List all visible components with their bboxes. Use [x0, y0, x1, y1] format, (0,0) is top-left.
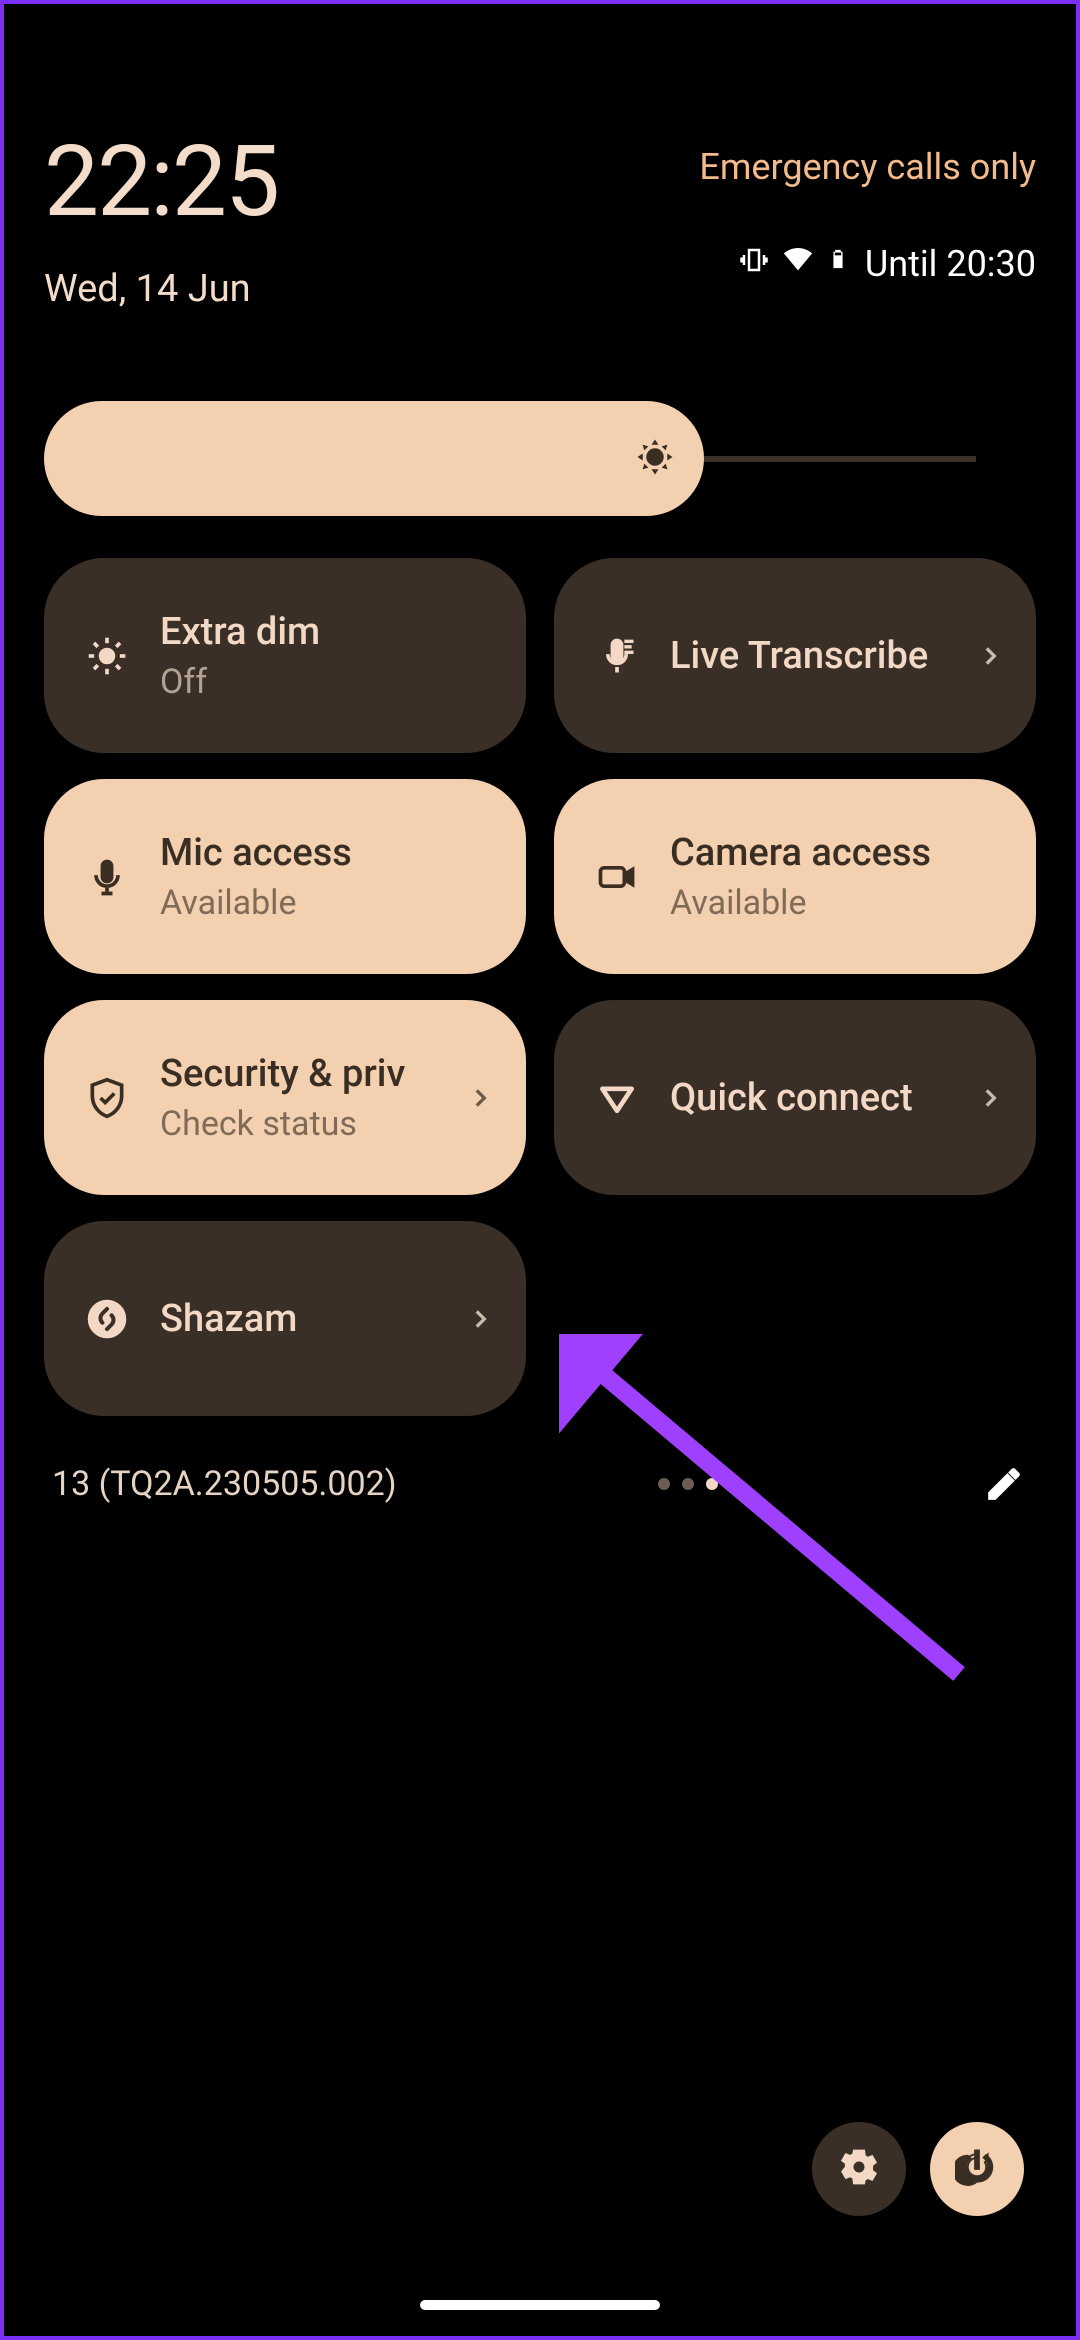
vibrate-icon [739, 244, 769, 284]
tile-camera-access[interactable]: Camera access Available [554, 779, 1036, 974]
chevron-right-icon [974, 643, 1006, 669]
tile-security[interactable]: Security & priv Check status [44, 1000, 526, 1195]
chevron-right-icon [464, 1306, 496, 1332]
chevron-right-icon [974, 1085, 1006, 1111]
tile-title: Live Transcribe [670, 634, 946, 678]
tile-subtitle: Available [160, 883, 496, 923]
shield-check-icon [82, 1076, 132, 1120]
transcribe-icon [592, 634, 642, 678]
tile-live-transcribe[interactable]: Live Transcribe [554, 558, 1036, 753]
brightness-track [696, 456, 976, 462]
brightness-slider[interactable] [44, 401, 1036, 516]
gear-icon [837, 2145, 881, 2193]
edit-tiles-button[interactable] [980, 1460, 1028, 1508]
tile-subtitle: Available [670, 883, 1006, 923]
clock-time: 22:25 [44, 124, 278, 239]
triangle-down-icon [592, 1076, 642, 1120]
tile-title: Security & priv [160, 1052, 436, 1096]
tile-title: Mic access [160, 831, 496, 875]
power-icon [955, 2145, 999, 2193]
tile-shazam[interactable]: Shazam [44, 1221, 526, 1416]
shazam-icon [82, 1297, 132, 1341]
battery-icon [827, 243, 849, 284]
tile-title: Shazam [160, 1297, 436, 1341]
page-dot [658, 1478, 670, 1490]
brightness-icon [82, 634, 132, 678]
clock-date: Wed, 14 Jun [44, 267, 278, 311]
network-status: Emergency calls only [699, 146, 1036, 188]
tile-mic-access[interactable]: Mic access Available [44, 779, 526, 974]
gesture-nav-bar[interactable] [420, 2300, 660, 2310]
power-button[interactable] [930, 2122, 1024, 2216]
status-bar-icons: Until 20:30 [739, 242, 1036, 285]
tile-title: Camera access [670, 831, 1006, 875]
tile-subtitle: Off [160, 662, 496, 702]
tile-extra-dim[interactable]: Extra dim Off [44, 558, 526, 753]
build-number: 13 (TQ2A.230505.002) [52, 1464, 397, 1504]
settings-button[interactable] [812, 2122, 906, 2216]
battery-estimate: Until 20:30 [865, 243, 1036, 285]
tile-title: Extra dim [160, 610, 496, 654]
page-indicator[interactable] [658, 1478, 718, 1490]
page-dot [682, 1478, 694, 1490]
chevron-right-icon [464, 1085, 496, 1111]
tile-subtitle: Check status [160, 1104, 436, 1144]
tile-quick-connect[interactable]: Quick connect [554, 1000, 1036, 1195]
wifi-icon [781, 242, 815, 285]
qs-tiles-grid: Extra dim Off Live Transcribe Mic access Ava… [44, 558, 1036, 1416]
tile-title: Quick connect [670, 1076, 946, 1120]
brightness-icon [634, 436, 676, 482]
qs-header: 22:25 Wed, 14 Jun Emergency calls only U… [44, 124, 1036, 311]
camera-icon [592, 855, 642, 899]
mic-icon [82, 855, 132, 899]
page-dot [706, 1478, 718, 1490]
